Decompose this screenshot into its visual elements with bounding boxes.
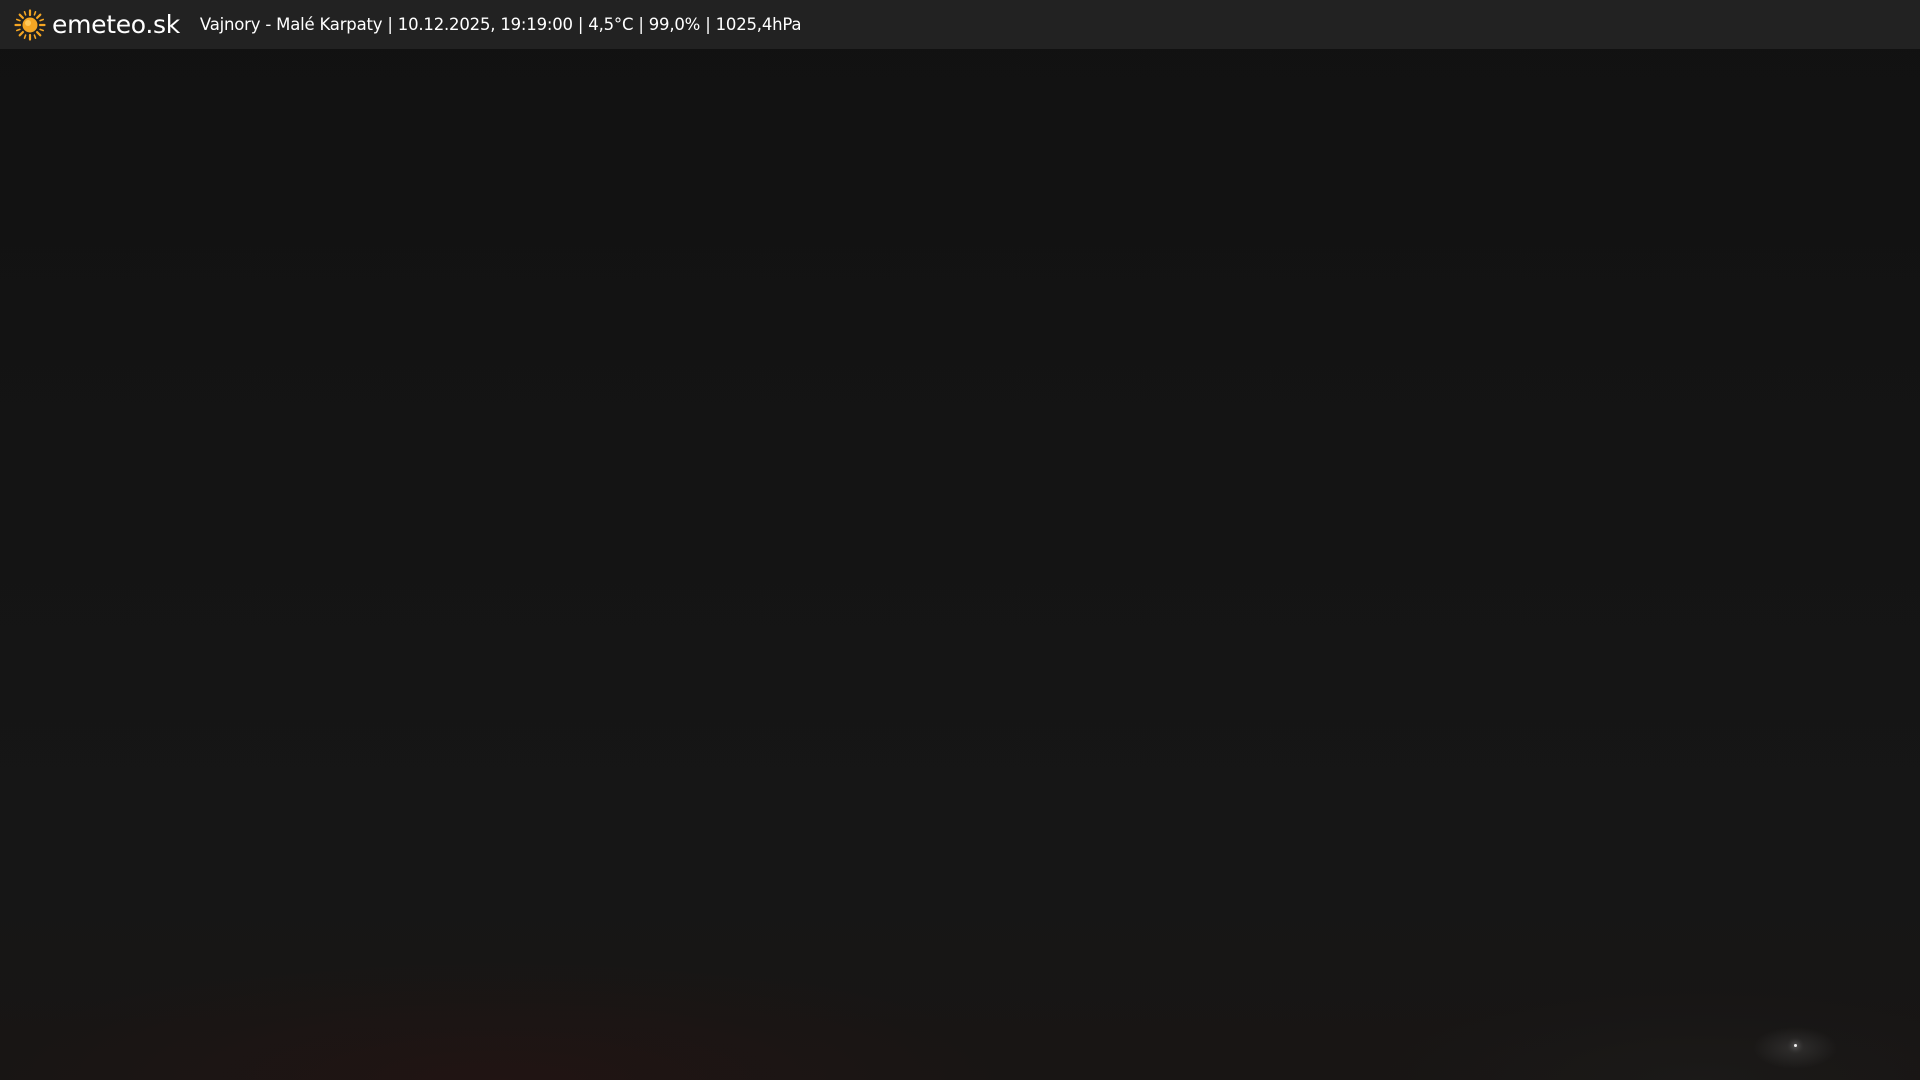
sun-icon — [14, 8, 46, 41]
logo[interactable]: emeteo.sk — [14, 8, 180, 41]
station-info: Vajnory - Malé Karpaty | 10.12.2025, 19:… — [199, 15, 802, 34]
webcam-night-image — [0, 0, 1920, 1080]
brand-name[interactable]: emeteo.sk — [52, 10, 180, 39]
light-spot — [1794, 1044, 1797, 1047]
header-bar: emeteo.sk Vajnory - Malé Karpaty | 10.12… — [0, 0, 1920, 49]
webcam-viewport: emeteo.sk Vajnory - Malé Karpaty | 10.12… — [0, 0, 1920, 1080]
